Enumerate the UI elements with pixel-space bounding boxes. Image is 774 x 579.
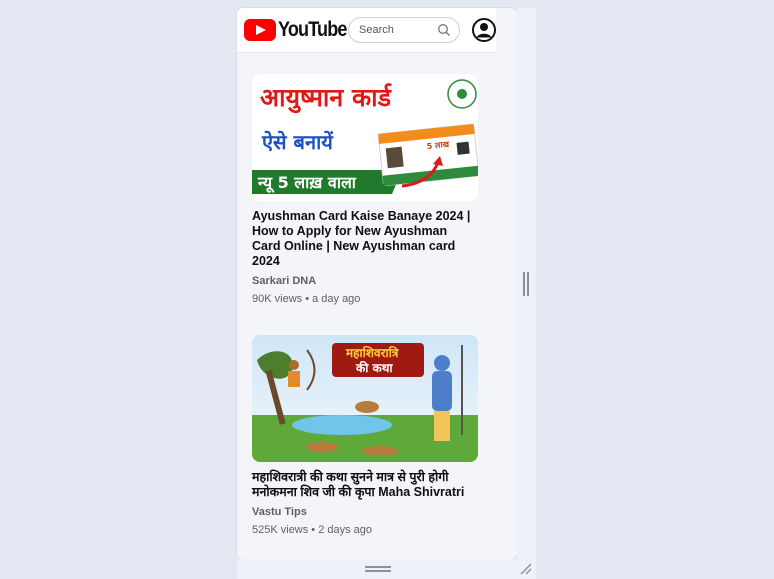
mobile-device-frame: YouTube आयुष्मान कार्ड ऐसे बनायें न्यू 5… [237, 8, 517, 559]
thumb-banner-line1: महाशिवरात्रि [345, 346, 400, 360]
search-icon[interactable] [437, 23, 451, 37]
side-resize-handle[interactable] [523, 272, 529, 296]
youtube-logo[interactable]: YouTube [244, 18, 358, 42]
video-thumbnail[interactable]: महाशिवरात्रि की कथा [252, 335, 478, 462]
video-meta: 525K views • 2 days ago [252, 524, 373, 536]
youtube-play-icon [244, 19, 276, 41]
video-feed: आयुष्मान कार्ड ऐसे बनायें न्यू 5 लाख़ वा… [252, 74, 478, 559]
thumb-banner-text: न्यू 5 लाख़ वाला [257, 173, 357, 193]
video-title[interactable]: महाशिवरात्री की कथा सुनने मात्र से पुरी … [252, 470, 478, 500]
corner-resize-grip-icon[interactable] [519, 562, 533, 576]
thumb-banner-line2: की कथा [355, 361, 393, 375]
logo-wordmark: YouTube [278, 18, 347, 41]
bottom-resize-handle[interactable] [365, 566, 391, 572]
video-thumbnail[interactable]: आयुष्मान कार्ड ऐसे बनायें न्यू 5 लाख़ वा… [252, 74, 478, 201]
app-header: YouTube [237, 8, 496, 53]
channel-name[interactable]: Sarkari DNA [252, 275, 478, 287]
search-input[interactable] [359, 22, 437, 38]
video-card[interactable]: महाशिवरात्रि की कथा महाशिवरात्री की कथा … [252, 335, 478, 536]
thumb-title-text: आयुष्मान कार्ड [260, 83, 393, 114]
thumb-subtitle-text: ऐसे बनायें [261, 130, 334, 154]
account-avatar-icon[interactable] [472, 18, 496, 42]
video-meta: 90K views • a day ago [252, 293, 361, 305]
channel-name[interactable]: Vastu Tips [252, 506, 478, 518]
search-box[interactable] [348, 17, 460, 43]
video-card[interactable]: आयुष्मान कार्ड ऐसे बनायें न्यू 5 लाख़ वा… [252, 74, 478, 305]
video-title[interactable]: Ayushman Card Kaise Banaye 2024 | How to… [252, 209, 478, 269]
